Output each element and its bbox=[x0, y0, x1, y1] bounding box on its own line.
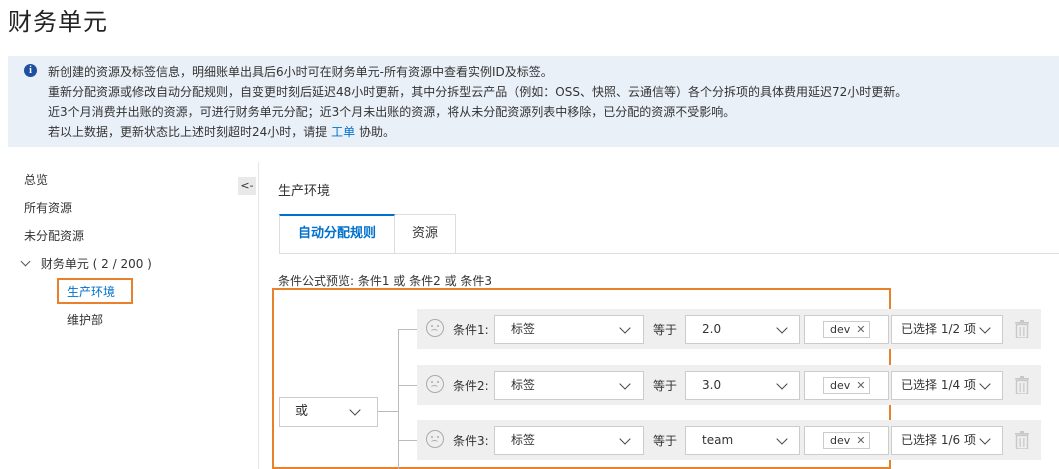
chevron-down-icon bbox=[619, 322, 631, 334]
formula-preview: 条件公式预览: 条件1 或 条件2 或 条件3 bbox=[278, 274, 493, 288]
notice-line-4-suffix: 协助。 bbox=[358, 125, 395, 139]
page-title: 财务单元 bbox=[8, 8, 108, 36]
notice-line-3: 近3个月消费并出账的资源，可进行财务单元分配；近3个月未出账的资源，将从未分配资… bbox=[48, 105, 736, 119]
chevron-down-icon bbox=[979, 322, 991, 334]
condition-type-value: 标签 bbox=[511, 433, 536, 447]
logic-operator-select[interactable]: 或 bbox=[279, 397, 378, 427]
condition-label: 条件1: bbox=[453, 323, 489, 337]
connector-line bbox=[398, 329, 399, 469]
notice-line-2: 重新分配资源或修改自动分配规则，自变更时刻后延迟48小时更新，其中分拆型云产品（… bbox=[48, 85, 908, 99]
tab-auto-rules[interactable]: 自动分配规则 bbox=[279, 214, 395, 254]
condition-row: 条件1: 标签 等于 2.0 dev ✕ 已选择 1/2 项 bbox=[417, 309, 1041, 349]
connector-line bbox=[398, 385, 417, 386]
tag-key-select[interactable]: 3.0 bbox=[685, 371, 800, 400]
sidebar-item-overview[interactable]: 总览 bbox=[24, 171, 48, 188]
chevron-down-icon bbox=[979, 433, 991, 445]
connector-line bbox=[398, 440, 417, 441]
tag-key-select[interactable]: 2.0 bbox=[685, 315, 800, 344]
sad-face-icon bbox=[426, 430, 444, 448]
condition-type-select[interactable]: 标签 bbox=[494, 315, 644, 344]
finance-units-label: 财务单元 ( 2 / 200 ) bbox=[40, 257, 152, 271]
equals-label: 等于 bbox=[653, 379, 678, 393]
equals-label: 等于 bbox=[653, 434, 678, 448]
tab-resources[interactable]: 资源 bbox=[395, 214, 456, 254]
tag-value-field[interactable]: dev ✕ bbox=[804, 315, 889, 344]
tag-value-field[interactable]: dev ✕ bbox=[804, 426, 889, 455]
sad-face-icon bbox=[426, 319, 444, 337]
tag-chip[interactable]: dev ✕ bbox=[823, 432, 871, 449]
condition-type-select[interactable]: 标签 bbox=[494, 426, 644, 455]
trash-icon[interactable] bbox=[1015, 320, 1029, 338]
tab-baseline bbox=[279, 253, 1059, 254]
connector-line bbox=[378, 411, 398, 412]
tag-key-select[interactable]: team bbox=[685, 426, 800, 455]
condition-type-value: 标签 bbox=[511, 378, 536, 392]
selected-count-value: 已选择 1/6 项 bbox=[901, 433, 976, 447]
remove-tag-icon[interactable]: ✕ bbox=[856, 323, 865, 336]
chevron-down-icon bbox=[20, 256, 31, 267]
tag-chip-label: dev bbox=[830, 434, 851, 447]
condition-row: 条件2: 标签 等于 3.0 dev ✕ 已选择 1/4 项 bbox=[417, 365, 1041, 405]
tag-chip-label: dev bbox=[830, 323, 851, 336]
chevron-down-icon bbox=[776, 322, 788, 334]
chevron-down-icon bbox=[349, 404, 361, 416]
collapse-sidebar-button[interactable]: <- bbox=[238, 177, 256, 195]
connector-line bbox=[398, 329, 417, 330]
selected-count-value: 已选择 1/4 项 bbox=[901, 378, 976, 392]
chevron-down-icon bbox=[979, 378, 991, 390]
tag-key-value: 3.0 bbox=[702, 378, 722, 392]
sidebar-item-production[interactable]: 生产环境 bbox=[67, 283, 115, 300]
sidebar-item-finance-units[interactable]: 财务单元 ( 2 / 200 ) bbox=[20, 255, 152, 272]
info-notice: i 新创建的资源及标签信息，明细账单出具后6小时可在财务单元-所有资源中查看实例… bbox=[8, 56, 1059, 147]
sidebar-item-unallocated[interactable]: 未分配资源 bbox=[24, 227, 84, 244]
tag-key-value: team bbox=[702, 433, 734, 447]
selected-count-value: 已选择 1/2 项 bbox=[901, 322, 976, 336]
condition-row: 条件3: 标签 等于 team dev ✕ 已选择 1/6 项 bbox=[417, 420, 1041, 460]
remove-tag-icon[interactable]: ✕ bbox=[856, 434, 865, 447]
ticket-link[interactable]: 工单 bbox=[331, 125, 355, 139]
chevron-down-icon bbox=[619, 378, 631, 390]
tag-key-value: 2.0 bbox=[702, 322, 722, 336]
chevron-down-icon bbox=[619, 433, 631, 445]
chevron-down-icon bbox=[776, 433, 788, 445]
condition-type-value: 标签 bbox=[511, 322, 536, 336]
condition-type-select[interactable]: 标签 bbox=[494, 371, 644, 400]
chevron-down-icon bbox=[776, 378, 788, 390]
tag-chip[interactable]: dev ✕ bbox=[823, 377, 871, 394]
info-icon: i bbox=[24, 64, 37, 77]
selected-count-select[interactable]: 已选择 1/2 项 bbox=[891, 315, 1003, 344]
condition-label: 条件2: bbox=[453, 379, 489, 393]
sad-face-icon bbox=[426, 375, 444, 393]
sidebar-item-maintenance[interactable]: 维护部 bbox=[67, 311, 103, 328]
condition-label: 条件3: bbox=[453, 434, 489, 448]
sidebar-item-all-resources[interactable]: 所有资源 bbox=[24, 199, 72, 216]
sidebar-divider bbox=[258, 162, 259, 469]
tag-chip-label: dev bbox=[830, 379, 851, 392]
notice-line-1: 新创建的资源及标签信息，明细账单出具后6小时可在财务单元-所有资源中查看实例ID… bbox=[48, 65, 553, 79]
remove-tag-icon[interactable]: ✕ bbox=[856, 379, 865, 392]
selected-count-select[interactable]: 已选择 1/6 项 bbox=[891, 426, 1003, 455]
equals-label: 等于 bbox=[653, 323, 678, 337]
tag-chip[interactable]: dev ✕ bbox=[823, 321, 871, 338]
section-title: 生产环境 bbox=[278, 184, 331, 199]
trash-icon[interactable] bbox=[1015, 376, 1029, 394]
tag-value-field[interactable]: dev ✕ bbox=[804, 371, 889, 400]
trash-icon[interactable] bbox=[1015, 431, 1029, 449]
logic-operator-value: 或 bbox=[295, 404, 309, 419]
selected-count-select[interactable]: 已选择 1/4 项 bbox=[891, 371, 1003, 400]
notice-line-4: 若以上数据，更新状态比上述时刻超时24小时，请提 工单 协助。 bbox=[48, 123, 395, 140]
notice-line-4-text: 若以上数据，更新状态比上述时刻超时24小时，请提 bbox=[48, 125, 328, 139]
